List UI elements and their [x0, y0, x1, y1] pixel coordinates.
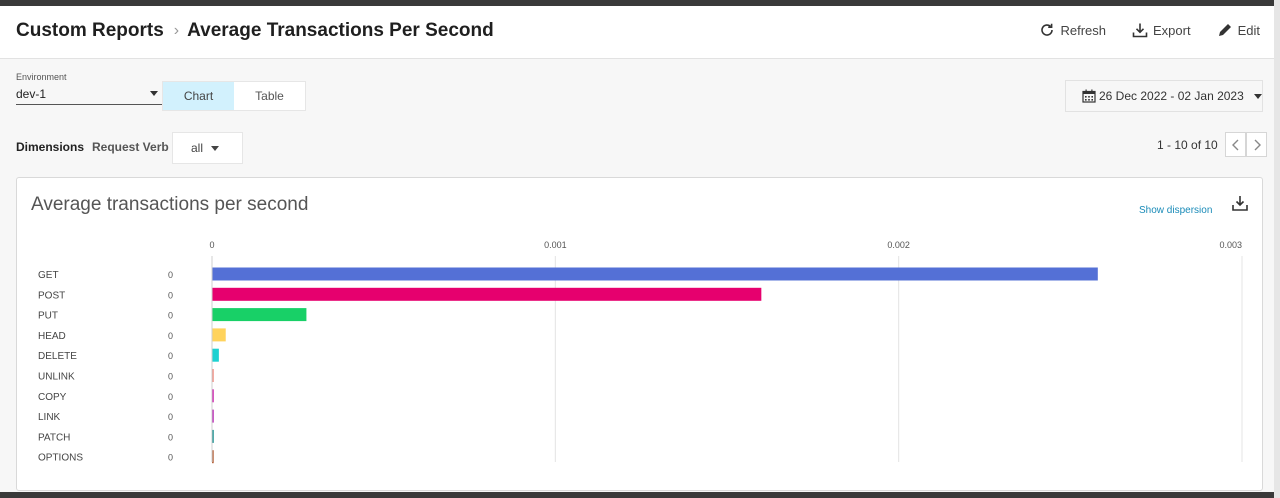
breadcrumb: Custom Reports › Average Transactions Pe…: [16, 20, 494, 42]
export-label: Export: [1153, 22, 1191, 38]
category-label: UNLINK: [38, 372, 75, 383]
next-page-button[interactable]: [1246, 132, 1267, 157]
request-verb-value: all: [191, 141, 204, 155]
caret-down-icon: [1253, 93, 1262, 99]
environment-value: dev-1: [16, 87, 47, 101]
bar: [212, 348, 219, 362]
report-page: Custom Reports › Average Transactions Pe…: [0, 6, 1274, 492]
caret-down-icon: [150, 91, 158, 96]
x-tick-label: 0.003: [1219, 240, 1242, 250]
view-toggle: Chart Table: [162, 81, 306, 111]
value-label: 0: [168, 432, 173, 442]
category-label: HEAD: [38, 331, 66, 342]
refresh-label: Refresh: [1060, 22, 1107, 38]
category-label: PATCH: [38, 432, 70, 443]
calendar-icon: [1082, 89, 1096, 103]
prev-page-button[interactable]: [1225, 132, 1246, 157]
refresh-button[interactable]: Refresh: [1039, 22, 1106, 38]
refresh-icon: [1041, 23, 1054, 36]
bar: [212, 308, 307, 322]
value-label: 0: [168, 372, 173, 382]
chevron-left-icon: [1231, 139, 1238, 150]
x-tick-label: 0.002: [887, 240, 910, 250]
request-verb-select[interactable]: all: [172, 132, 243, 164]
breadcrumb-separator: ›: [173, 22, 180, 39]
environment-label: Environment: [16, 72, 67, 82]
edit-label: Edit: [1237, 22, 1260, 38]
category-label: COPY: [38, 392, 67, 403]
window-scrollbar[interactable]: [1274, 0, 1280, 498]
x-tick-label: 0.001: [544, 240, 567, 250]
category-label: OPTIONS: [38, 453, 83, 464]
pager-text: 1 - 10 of 10: [1157, 138, 1218, 152]
date-range-value: 26 Dec 2022 - 02 Jan 2023: [1099, 89, 1244, 103]
bar-chart: 0 0.001 0.002 0.003 GET 0 POST 0 PUT 0 HEAD 0 DELETE…: [38, 240, 1243, 464]
header-actions: Refresh Export Edit: [1039, 22, 1260, 38]
export-icon: [1132, 23, 1148, 38]
page-title: Average Transactions Per Second: [187, 20, 494, 41]
request-verb-label: Request Verb: [92, 140, 169, 154]
value-label: 0: [168, 412, 173, 422]
pencil-icon: [1218, 24, 1231, 36]
value-label: 0: [168, 453, 173, 463]
value-label: 0: [168, 392, 173, 402]
x-tick-label: 0: [209, 240, 214, 250]
chevron-right-icon: [1254, 139, 1261, 150]
category-label: LINK: [38, 412, 61, 423]
page-header: Custom Reports › Average Transactions Pe…: [0, 6, 1274, 59]
breadcrumb-custom-reports[interactable]: Custom Reports: [16, 20, 164, 42]
value-label: 0: [168, 290, 173, 300]
category-label: PUT: [38, 311, 58, 322]
bar: [212, 267, 1098, 281]
edit-button[interactable]: Edit: [1217, 22, 1260, 38]
chart-card: Average transactions per second Show dis…: [16, 177, 1263, 491]
tab-chart[interactable]: Chart: [163, 82, 234, 110]
value-label: 0: [168, 270, 173, 280]
bar: [212, 287, 762, 301]
environment-select[interactable]: dev-1: [16, 84, 162, 105]
dimensions-label: Dimensions: [16, 140, 85, 154]
export-button[interactable]: Export: [1132, 22, 1191, 38]
bar: [212, 328, 226, 342]
value-label: 0: [168, 311, 173, 321]
category-label: DELETE: [38, 351, 77, 362]
value-label: 0: [168, 331, 173, 341]
tab-table[interactable]: Table: [234, 82, 305, 110]
date-range-picker[interactable]: 26 Dec 2022 - 02 Jan 2023: [1065, 80, 1263, 112]
caret-down-icon: [211, 145, 220, 151]
value-label: 0: [168, 351, 173, 361]
category-label: POST: [38, 290, 65, 301]
category-label: GET: [38, 270, 59, 281]
